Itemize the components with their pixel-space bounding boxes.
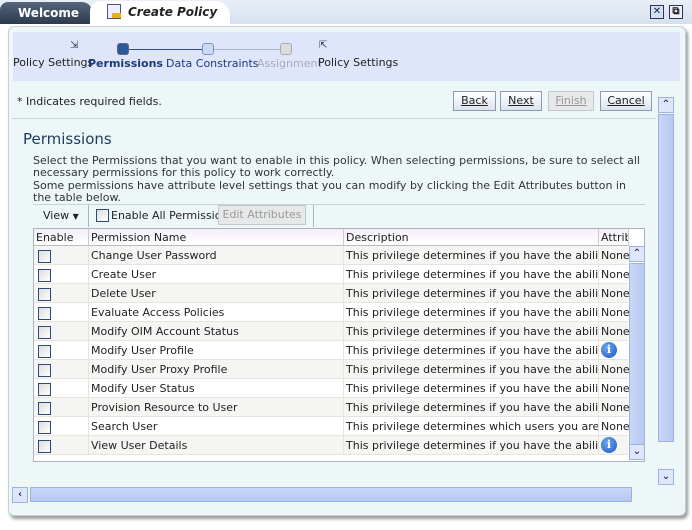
description-cell: This privilege determines if you have th…	[344, 436, 599, 455]
description-cell: This privilege determines if you have th…	[344, 284, 599, 303]
permission-name-cell: Search User	[89, 417, 344, 436]
permission-name-cell: Create User	[89, 265, 344, 284]
permissions-table: Enable Permission Name Description Attri…	[33, 228, 645, 462]
scroll-left-icon[interactable]: ‹	[36, 461, 52, 462]
permission-name-cell: Change User Password	[89, 246, 344, 265]
cancel-button[interactable]: Cancel	[600, 91, 652, 111]
attributes-cell: None	[601, 287, 629, 300]
page-vertical-scrollbar[interactable]	[658, 114, 674, 442]
tab-welcome[interactable]: Welcome	[0, 2, 92, 24]
train-stop-policy-settings[interactable]: Policy Settings	[13, 56, 93, 69]
table-row[interactable]: View User Details This privilege determi…	[34, 436, 628, 455]
view-menu-label: View	[43, 209, 70, 222]
table-row[interactable]: Provision Resource to User This privileg…	[34, 398, 629, 417]
attributes-cell: None	[601, 382, 629, 395]
attributes-cell: None	[601, 249, 629, 262]
table-row[interactable]: Delete User This privilege determines if…	[34, 284, 629, 303]
train-dot-assignment	[280, 43, 292, 55]
page-horizontal-scrollbar[interactable]	[30, 487, 632, 502]
header-description[interactable]: Description	[344, 229, 599, 246]
train-stop-policy-settings-2[interactable]: Policy Settings	[318, 56, 398, 69]
info-icon[interactable]: i	[601, 437, 617, 453]
enable-checkbox[interactable]	[38, 345, 51, 358]
back-button[interactable]: Back	[453, 91, 496, 111]
table-row[interactable]: Modify User Proxy Profile This privilege…	[34, 360, 629, 379]
description-cell: This privilege determines if you have th…	[344, 341, 599, 360]
attributes-cell: None	[601, 306, 629, 319]
permission-name-cell: Modify User Profile	[89, 341, 344, 360]
enable-checkbox[interactable]	[38, 326, 51, 339]
attributes-cell: None	[601, 325, 629, 338]
enable-checkbox[interactable]	[38, 288, 51, 301]
scroll-up-icon[interactable]: ⌃	[629, 246, 644, 262]
page-scroll-left-icon[interactable]: ‹	[12, 487, 28, 503]
train-stop-assignment: Assignment	[257, 57, 322, 70]
enable-checkbox[interactable]	[38, 402, 51, 415]
enable-all-checkbox[interactable]	[96, 209, 109, 222]
description-cell: This privilege determines if you have th…	[344, 322, 599, 341]
enable-checkbox[interactable]	[38, 269, 51, 282]
enable-checkbox[interactable]	[38, 383, 51, 396]
description-cell: This privilege determines if you have th…	[344, 303, 599, 322]
description-cell: This privilege determines if you have th…	[344, 265, 599, 284]
table-vertical-scrollbar[interactable]	[629, 263, 644, 445]
header-enable[interactable]: Enable	[34, 229, 89, 246]
permission-name-cell: Provision Resource to User	[89, 398, 344, 417]
enable-all-label: Enable All Permissions	[111, 209, 235, 222]
table-row[interactable]: Modify User Status This privilege determ…	[34, 379, 629, 398]
table-row[interactable]: Evaluate Access Policies This privilege …	[34, 303, 629, 322]
view-menu[interactable]: View ▼	[43, 209, 79, 222]
table-row[interactable]: Modify OIM Account Status This privilege…	[34, 322, 629, 341]
train-stop-permissions[interactable]: Permissions	[88, 57, 163, 70]
description-cell: This privilege determines if you have th…	[344, 398, 599, 417]
section-title: Permissions	[23, 130, 112, 148]
exit-train-icon: ⇲	[70, 40, 79, 51]
train-dot-permissions[interactable]	[117, 43, 129, 55]
train-dot-data-constraints[interactable]	[202, 43, 214, 55]
finish-button: Finish	[548, 91, 594, 111]
header-permission-name[interactable]: Permission Name	[89, 229, 344, 246]
edit-attributes-button: Edit Attributes	[218, 205, 306, 225]
description-line-1: Select the Permissions that you want to …	[33, 154, 640, 180]
enable-checkbox[interactable]	[38, 364, 51, 377]
enable-checkbox[interactable]	[38, 250, 51, 263]
close-tab-icon[interactable]: ✕	[650, 5, 664, 19]
permission-name-cell: Modify User Status	[89, 379, 344, 398]
description-cell: This privilege determines which users yo…	[344, 417, 599, 436]
info-icon[interactable]: i	[601, 342, 617, 358]
permission-name-cell: Modify User Proxy Profile	[89, 360, 344, 379]
required-fields-note: * Indicates required fields.	[17, 95, 162, 108]
table-row[interactable]: Change User Password This privilege dete…	[34, 246, 629, 265]
table-row[interactable]: Search User This privilege determines wh…	[34, 417, 629, 436]
table-row[interactable]: Create User This privilege determines if…	[34, 265, 629, 284]
attributes-cell: None	[601, 363, 629, 376]
header-attributes[interactable]: Attrib	[599, 229, 629, 246]
description-cell: This privilege determines if you have th…	[344, 360, 599, 379]
permission-name-cell: Evaluate Access Policies	[89, 303, 344, 322]
enter-train-icon: ⇱	[319, 40, 328, 51]
close-all-tabs-icon[interactable]: ⧉	[669, 5, 683, 19]
next-button[interactable]: Next	[500, 91, 542, 111]
attributes-cell: None	[601, 401, 629, 414]
page-scroll-down-icon[interactable]: ⌄	[658, 469, 674, 485]
section-description: Select the Permissions that you want to …	[33, 154, 643, 204]
scroll-down-icon[interactable]: ⌄	[629, 444, 644, 460]
attributes-cell: None	[601, 268, 629, 281]
policy-document-icon	[107, 4, 121, 19]
permission-name-cell: Delete User	[89, 284, 344, 303]
enable-checkbox[interactable]	[38, 421, 51, 434]
attributes-cell: None	[601, 420, 629, 433]
chevron-down-icon: ▼	[72, 212, 79, 221]
enable-checkbox[interactable]	[38, 307, 51, 320]
page-scroll-up-icon[interactable]: ⌃	[658, 97, 674, 113]
description-cell: This privilege determines if you have th…	[344, 379, 599, 398]
description-line-2: Some permissions have attribute level se…	[33, 178, 626, 204]
permission-name-cell: View User Details	[89, 436, 344, 455]
enable-checkbox[interactable]	[38, 440, 51, 453]
train-stop-data-constraints[interactable]: Data Constraints	[166, 57, 259, 70]
description-cell: This privilege determines if you have th…	[344, 246, 599, 265]
table-row[interactable]: Modify User Profile This privilege deter…	[34, 341, 628, 360]
permission-name-cell: Modify OIM Account Status	[89, 322, 344, 341]
